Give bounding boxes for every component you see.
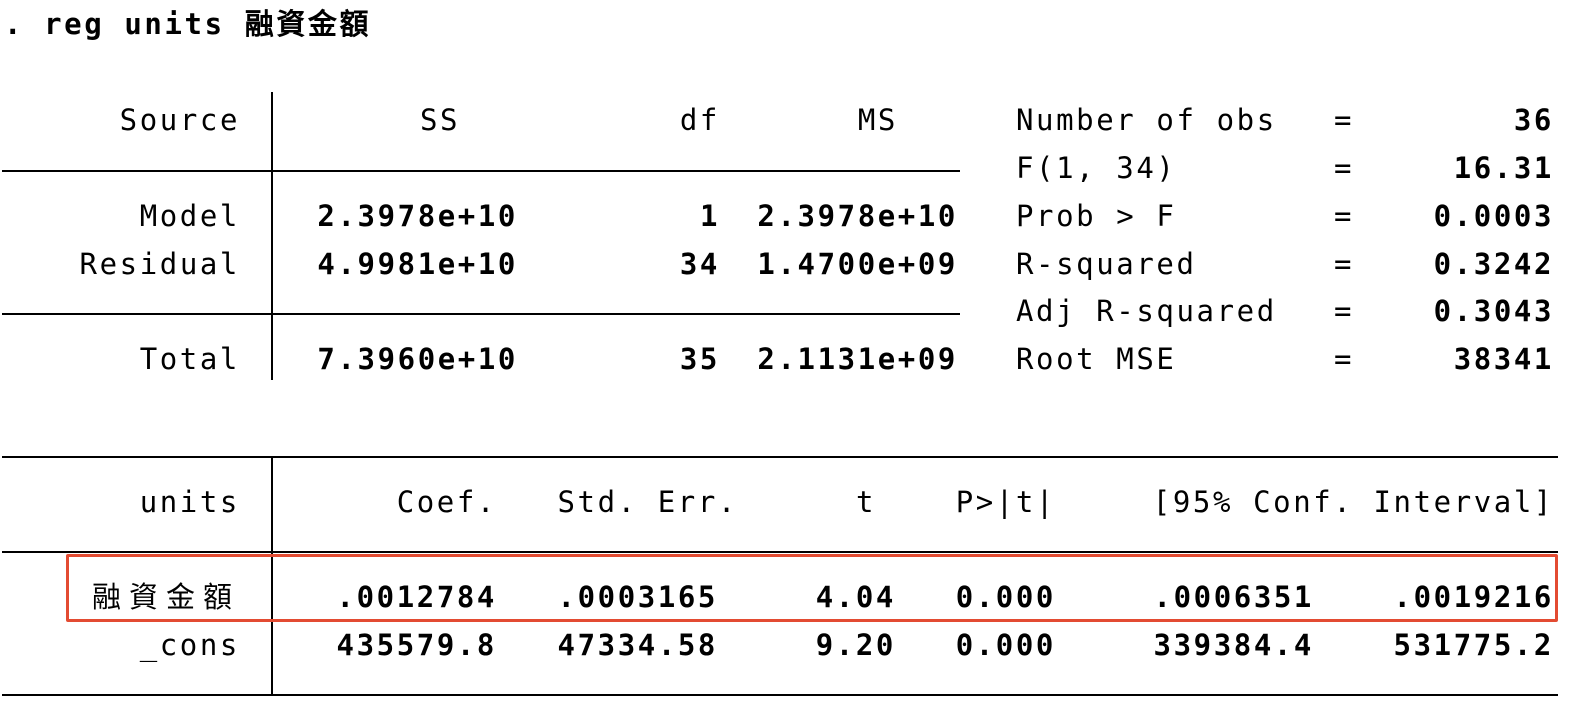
anova-total-ss: 7.3960e+10	[317, 342, 518, 376]
anova-total-rule	[2, 313, 960, 315]
anova-total-ms: 2.1131e+09	[757, 342, 958, 376]
coef-header-t: t	[855, 485, 876, 519]
stat-eq-f: =	[1334, 151, 1355, 185]
stat-value-probf: 0.0003	[1433, 199, 1554, 233]
anova-model-ms: 2.3978e+10	[757, 199, 958, 233]
stat-eq-nobs: =	[1334, 103, 1355, 137]
coef-header-p: P>|t|	[955, 485, 1056, 519]
anova-header-ms: MS	[857, 103, 898, 137]
stat-label-nobs: Number of obs	[1016, 103, 1277, 137]
anova-total-source: Total	[139, 342, 240, 376]
coef-bottom-rule	[2, 694, 1558, 696]
stat-label-rmse: Root MSE	[1016, 342, 1177, 376]
stat-value-adjr2: 0.3043	[1433, 294, 1554, 328]
anova-header-source: Source	[119, 103, 240, 137]
stat-value-nobs: 36	[1513, 103, 1554, 137]
stat-value-rmse: 38341	[1453, 342, 1554, 376]
coef-row-t: 9.20	[815, 628, 896, 662]
stat-label-r2: R-squared	[1016, 247, 1197, 281]
anova-residual-df: 34	[679, 247, 720, 281]
stat-eq-r2: =	[1334, 247, 1355, 281]
coef-row-p: 0.000	[955, 628, 1056, 662]
anova-header-ss: SS	[419, 103, 461, 137]
coef-row-coef: 435579.8	[336, 628, 497, 662]
anova-model-df: 1	[699, 199, 720, 233]
highlight-box	[66, 554, 1558, 622]
coef-row-ci-high: 531775.2	[1393, 628, 1554, 662]
stat-value-f: 16.31	[1453, 151, 1554, 185]
stat-label-f: F(1, 34)	[1016, 151, 1177, 185]
anova-header-rule	[2, 170, 960, 172]
stat-eq-rmse: =	[1334, 342, 1355, 376]
anova-residual-source: Residual	[79, 247, 240, 281]
coef-header-se: Std. Err.	[557, 485, 738, 519]
stat-label-probf: Prob > F	[1016, 199, 1177, 233]
coef-row-var: _cons	[139, 628, 240, 662]
stat-label-adjr2: Adj R-squared	[1016, 294, 1277, 328]
coef-row-se: 47334.58	[557, 628, 718, 662]
command-line: . reg units 融資金額	[4, 7, 372, 41]
coef-header-var: units	[139, 485, 240, 519]
coef-header-coef: Coef.	[396, 485, 497, 519]
anova-residual-ms: 1.4700e+09	[757, 247, 958, 281]
coef-top-rule	[2, 456, 1558, 458]
coef-row-ci-low: 339384.4	[1153, 628, 1314, 662]
anova-header-df: df	[679, 103, 720, 137]
anova-model-source: Model	[139, 199, 240, 233]
stat-eq-probf: =	[1334, 199, 1355, 233]
coef-header-ci: [95% Conf. Interval]	[1152, 485, 1554, 519]
anova-vertical-rule	[271, 92, 273, 380]
anova-total-df: 35	[679, 342, 720, 376]
stat-value-r2: 0.3242	[1433, 247, 1554, 281]
stat-eq-adjr2: =	[1334, 294, 1355, 328]
anova-model-ss: 2.3978e+10	[317, 199, 518, 233]
coef-header-rule	[2, 551, 1558, 553]
anova-residual-ss: 4.9981e+10	[317, 247, 518, 281]
